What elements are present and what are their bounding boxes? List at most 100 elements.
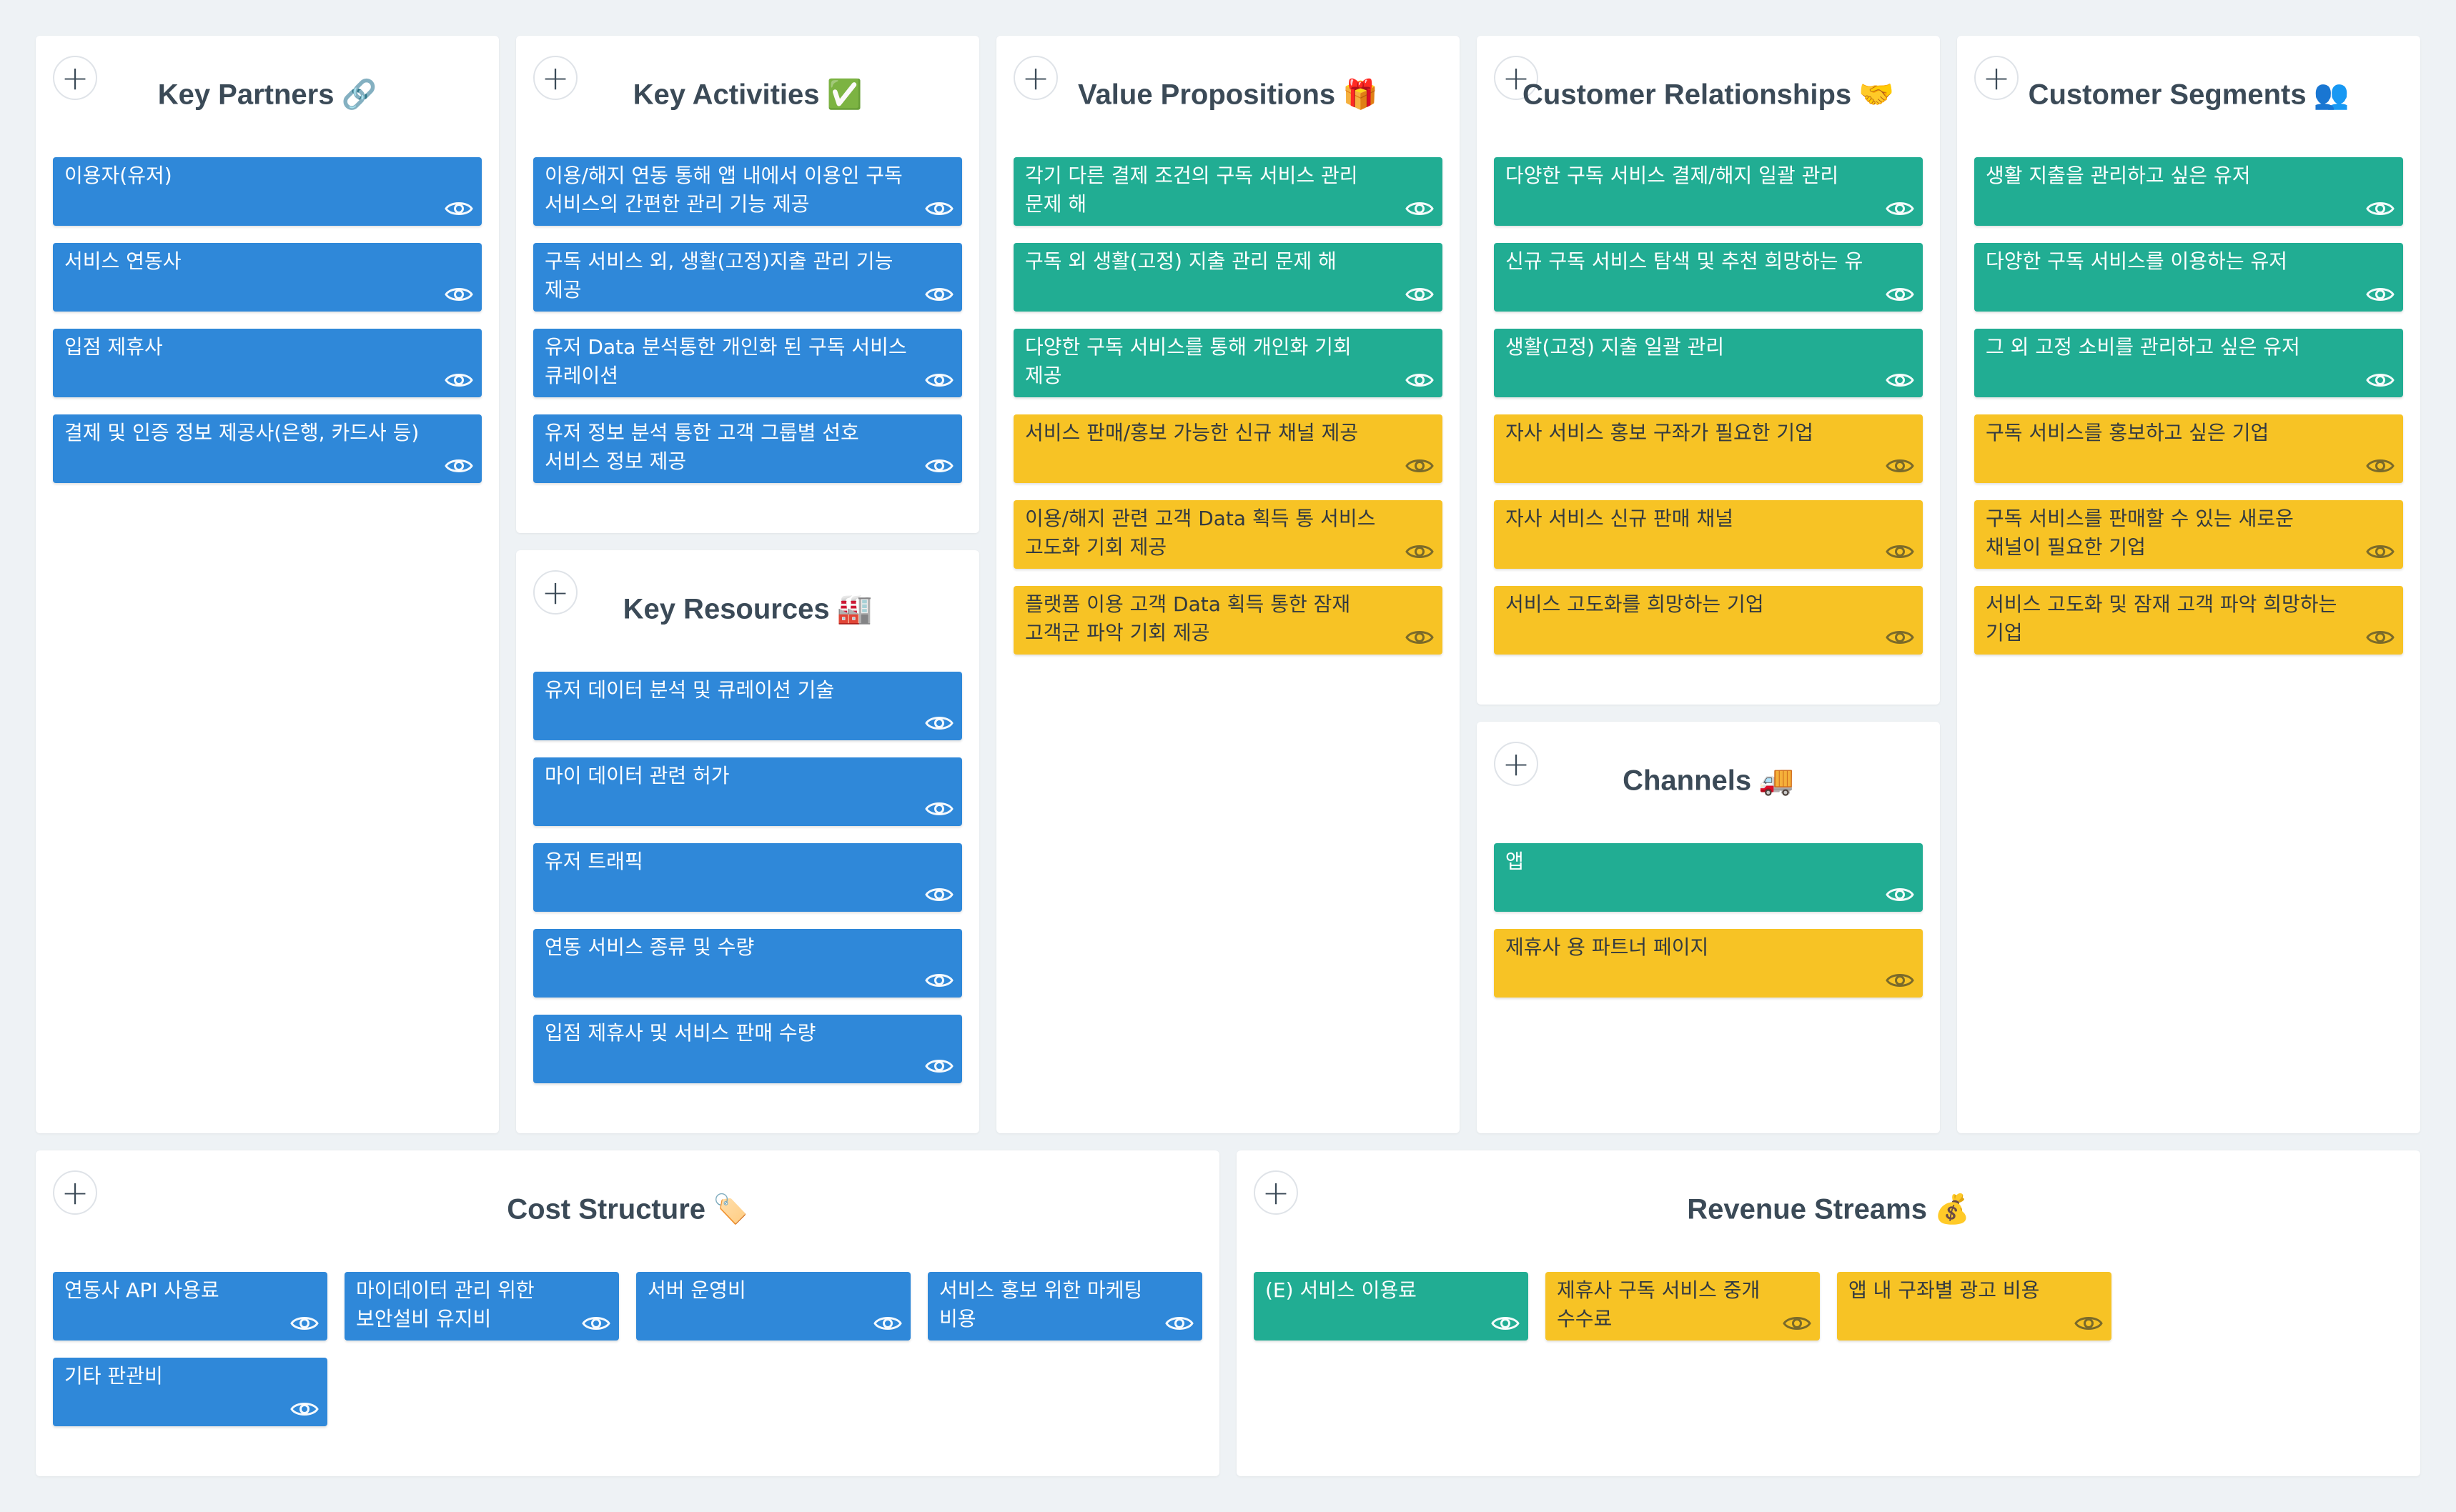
sticky-card[interactable]: 서비스 홍보 위한 마케팅 비용 — [928, 1272, 1202, 1341]
card-text: 유저 데이터 분석 및 큐레이션 기술 — [545, 678, 835, 702]
eye-icon[interactable] — [1884, 197, 1916, 220]
sticky-card[interactable]: 구독 서비스를 판매할 수 있는 새로운 채널이 필요한 기업 — [1974, 500, 2403, 569]
panel-key-activities: + Key Activities ✅ 이용/해지 연동 통해 앱 내에서 이용인 … — [516, 36, 979, 533]
sticky-card[interactable]: 입점 제휴사 및 서비스 판매 수량 — [533, 1015, 962, 1083]
panel-title: Key Activities ✅ — [633, 78, 863, 111]
eye-icon[interactable] — [1164, 1312, 1195, 1335]
sticky-card[interactable]: 서비스 고도화를 희망하는 기업 — [1494, 586, 1923, 655]
sticky-card[interactable]: 서버 운영비 — [636, 1272, 911, 1341]
sticky-card[interactable]: 기타 판관비 — [53, 1358, 327, 1426]
card-text: 마이 데이터 관련 허가 — [545, 764, 730, 787]
sticky-card[interactable]: 앱 내 구좌별 광고 비용 — [1837, 1272, 2111, 1341]
card-text: 생활(고정) 지출 일괄 관리 — [1505, 335, 1725, 359]
sticky-card[interactable]: 구독 서비스를 홍보하고 싶은 기업 — [1974, 414, 2403, 483]
eye-icon[interactable] — [924, 797, 955, 820]
eye-icon[interactable] — [1404, 197, 1435, 220]
card-text: 다양한 구독 서비스 결제/해지 일괄 관리 — [1505, 164, 1839, 187]
sticky-card[interactable]: 서비스 연동사 — [53, 243, 482, 312]
eye-icon[interactable] — [2365, 454, 2396, 477]
eye-icon[interactable] — [1490, 1312, 1521, 1335]
sticky-card[interactable]: (E) 서비스 이용료 — [1254, 1272, 1528, 1341]
card-text: 입점 제휴사 — [64, 335, 163, 359]
sticky-card[interactable]: 자사 서비스 홍보 구좌가 필요한 기업 — [1494, 414, 1923, 483]
panel-title: Revenue Streams 💰 — [1687, 1193, 1970, 1226]
sticky-card[interactable]: 이용/해지 관련 고객 Data 획득 통 서비스 고도화 기회 제공 — [1014, 500, 1442, 569]
eye-icon[interactable] — [289, 1398, 320, 1421]
sticky-card[interactable]: 다양한 구독 서비스를 통해 개인화 기회 제공 — [1014, 329, 1442, 397]
sticky-card[interactable]: 각기 다른 결제 조건의 구독 서비스 관리 문제 해 — [1014, 157, 1442, 226]
sticky-card[interactable]: 연동 서비스 종류 및 수량 — [533, 929, 962, 998]
sticky-card[interactable]: 마이데이터 관리 위한 보안설비 유지비 — [345, 1272, 619, 1341]
eye-icon[interactable] — [1884, 283, 1916, 306]
eye-icon[interactable] — [924, 712, 955, 735]
sticky-card[interactable]: 마이 데이터 관련 허가 — [533, 757, 962, 826]
sticky-card[interactable]: 그 외 고정 소비를 관리하고 싶은 유저 — [1974, 329, 2403, 397]
eye-icon[interactable] — [1884, 369, 1916, 392]
card-text: 생활 지출을 관리하고 싶은 유저 — [1986, 164, 2251, 187]
sticky-card[interactable]: 플랫폼 이용 고객 Data 획득 통한 잠재 고객군 파악 기회 제공 — [1014, 586, 1442, 655]
sticky-card[interactable]: 유저 Data 분석통한 개인화 된 구독 서비스 큐레이션 — [533, 329, 962, 397]
eye-icon[interactable] — [289, 1312, 320, 1335]
money-bag-icon: 💰 — [1933, 1193, 1970, 1226]
sticky-card[interactable]: 다양한 구독 서비스를 이용하는 유저 — [1974, 243, 2403, 312]
eye-icon[interactable] — [924, 1055, 955, 1078]
eye-icon[interactable] — [1884, 540, 1916, 563]
sticky-card[interactable]: 생활(고정) 지출 일괄 관리 — [1494, 329, 1923, 397]
eye-icon[interactable] — [1884, 969, 1916, 992]
eye-icon[interactable] — [2365, 283, 2396, 306]
card-text: 서비스 고도화 및 잠재 고객 파악 희망하는 기업 — [1986, 592, 2337, 645]
eye-icon[interactable] — [2365, 369, 2396, 392]
eye-icon[interactable] — [872, 1312, 903, 1335]
card-text: 그 외 고정 소비를 관리하고 싶은 유저 — [1986, 335, 2300, 359]
sticky-card[interactable]: 다양한 구독 서비스 결제/해지 일괄 관리 — [1494, 157, 1923, 226]
sticky-card[interactable]: 유저 트래픽 — [533, 843, 962, 912]
eye-icon[interactable] — [2365, 626, 2396, 649]
eye-icon[interactable] — [2365, 197, 2396, 220]
eye-icon[interactable] — [924, 197, 955, 220]
eye-icon[interactable] — [1404, 283, 1435, 306]
panel-revenue-streams: + Revenue Streams 💰 (E) 서비스 이용료 제휴사 구독 서비스… — [1237, 1150, 2420, 1476]
eye-icon[interactable] — [443, 369, 475, 392]
eye-icon[interactable] — [924, 883, 955, 906]
sticky-card[interactable]: 연동사 API 사용료 — [53, 1272, 327, 1341]
sticky-card[interactable]: 제휴사 구독 서비스 중개 수수료 — [1545, 1272, 1820, 1341]
eye-icon[interactable] — [1884, 626, 1916, 649]
eye-icon[interactable] — [2073, 1312, 2104, 1335]
card-text: 다양한 구독 서비스를 통해 개인화 기회 제공 — [1025, 335, 1352, 387]
sticky-card[interactable]: 유저 정보 분석 통한 고객 그룹별 선호 서비스 정보 제공 — [533, 414, 962, 483]
eye-icon[interactable] — [1404, 626, 1435, 649]
eye-icon[interactable] — [1404, 369, 1435, 392]
sticky-card[interactable]: 앱 — [1494, 843, 1923, 912]
sticky-card[interactable]: 유저 데이터 분석 및 큐레이션 기술 — [533, 672, 962, 740]
eye-icon[interactable] — [924, 283, 955, 306]
eye-icon[interactable] — [443, 283, 475, 306]
handshake-icon: 🤝 — [1858, 78, 1894, 111]
eye-icon[interactable] — [1884, 454, 1916, 477]
eye-icon[interactable] — [443, 197, 475, 220]
factory-icon: 🏭 — [836, 592, 873, 626]
card-text: 자사 서비스 홍보 구좌가 필요한 기업 — [1505, 421, 1813, 444]
eye-icon[interactable] — [2365, 540, 2396, 563]
eye-icon[interactable] — [1781, 1312, 1813, 1335]
sticky-card[interactable]: 구독 서비스 외, 생활(고정)지출 관리 기능 제공 — [533, 243, 962, 312]
eye-icon[interactable] — [580, 1312, 612, 1335]
eye-icon[interactable] — [1404, 454, 1435, 477]
eye-icon[interactable] — [924, 454, 955, 477]
sticky-card[interactable]: 생활 지출을 관리하고 싶은 유저 — [1974, 157, 2403, 226]
eye-icon[interactable] — [924, 369, 955, 392]
eye-icon[interactable] — [1884, 883, 1916, 906]
sticky-card[interactable]: 입점 제휴사 — [53, 329, 482, 397]
eye-icon[interactable] — [443, 454, 475, 477]
sticky-card[interactable]: 서비스 고도화 및 잠재 고객 파악 희망하는 기업 — [1974, 586, 2403, 655]
sticky-card[interactable]: 구독 외 생활(고정) 지출 관리 문제 해 — [1014, 243, 1442, 312]
sticky-card[interactable]: 이용/해지 연동 통해 앱 내에서 이용인 구독 서비스의 간편한 관리 기능 … — [533, 157, 962, 226]
card-text: 각기 다른 결제 조건의 구독 서비스 관리 문제 해 — [1025, 164, 1358, 216]
sticky-card[interactable]: 신규 구독 서비스 탐색 및 추천 희망하는 유 — [1494, 243, 1923, 312]
sticky-card[interactable]: 이용자(유저) — [53, 157, 482, 226]
eye-icon[interactable] — [924, 969, 955, 992]
sticky-card[interactable]: 자사 서비스 신규 판매 채널 — [1494, 500, 1923, 569]
sticky-card[interactable]: 제휴사 용 파트너 페이지 — [1494, 929, 1923, 998]
sticky-card[interactable]: 결제 및 인증 정보 제공사(은행, 카드사 등) — [53, 414, 482, 483]
sticky-card[interactable]: 서비스 판매/홍보 가능한 신규 채널 제공 — [1014, 414, 1442, 483]
eye-icon[interactable] — [1404, 540, 1435, 563]
